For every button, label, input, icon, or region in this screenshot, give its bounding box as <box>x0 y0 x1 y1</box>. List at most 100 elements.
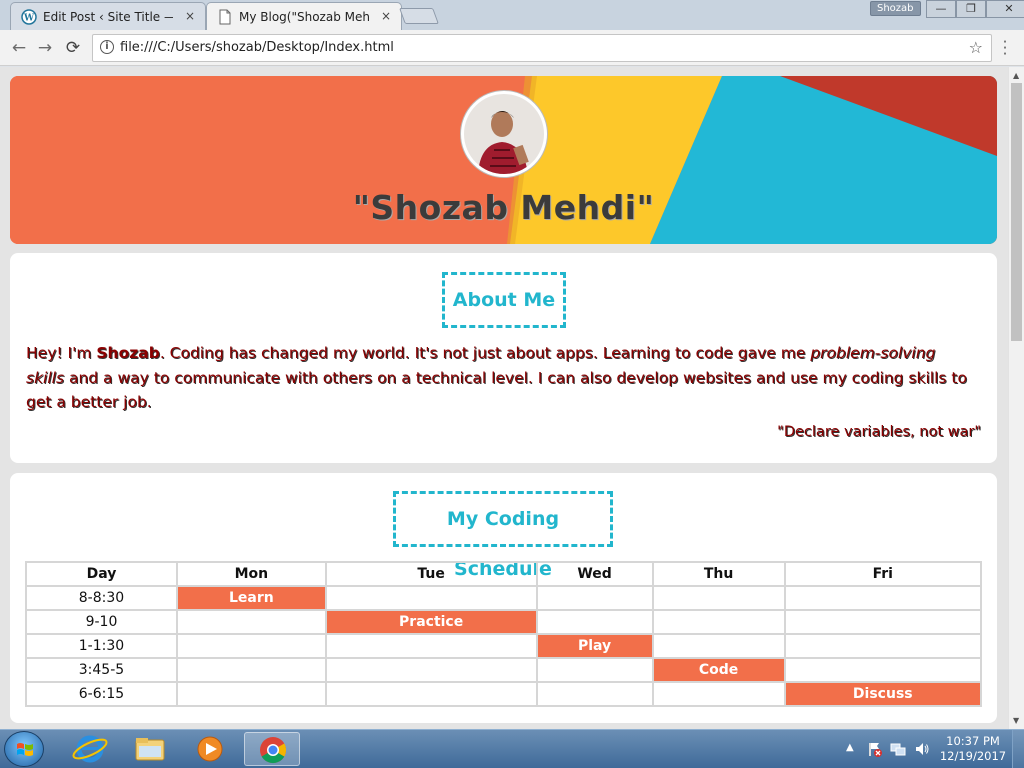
column-header: Fri <box>783 561 983 587</box>
clock-date: 12/19/2017 <box>939 749 1007 763</box>
table-row: 3:45-5 Code <box>25 657 983 683</box>
column-header: Wed <box>535 561 654 587</box>
tab-edit-post[interactable]: W Edit Post ‹ Site Title — W × <box>10 2 206 30</box>
browser-toolbar: ← → ⟳ i file:///C:/Users/shozab/Desktop/… <box>0 30 1024 66</box>
profile-avatar <box>461 91 547 177</box>
empty-cell <box>324 633 538 659</box>
wordpress-icon: W <box>21 8 37 25</box>
windows-taskbar: ▲ 10:37 PM 12/19/2017 <box>0 729 1024 768</box>
tab-title: Edit Post ‹ Site Title — W <box>43 9 173 24</box>
column-header: Day <box>25 561 178 587</box>
empty-cell <box>651 633 786 659</box>
address-bar[interactable]: i file:///C:/Users/shozab/Desktop/Index.… <box>92 34 992 62</box>
empty-cell <box>175 609 327 635</box>
about-heading: About Me <box>442 272 566 328</box>
minimize-button[interactable]: — <box>926 0 956 18</box>
file-explorer-icon[interactable] <box>122 732 178 766</box>
show-desktop-button[interactable] <box>1012 730 1024 768</box>
empty-cell <box>535 585 654 611</box>
schedule-card: My Coding Schedule Day Mon Tue Wed Thu F… <box>10 473 997 723</box>
close-window-button[interactable]: ✕ <box>986 0 1024 18</box>
page-icon <box>219 9 231 24</box>
chrome-icon[interactable] <box>244 732 300 766</box>
activity-cell: Practice <box>324 609 538 635</box>
back-button[interactable]: ← <box>8 37 30 59</box>
time-slot-cell: 1-1:30 <box>25 633 178 659</box>
empty-cell <box>175 657 327 683</box>
action-center-flag-icon[interactable] <box>866 741 882 757</box>
header-banner: "Shozab Mehdi" <box>10 76 997 244</box>
table-row: 1-1:30 Play <box>25 633 983 659</box>
empty-cell <box>651 585 786 611</box>
profile-badge[interactable]: Shozab <box>870 1 921 16</box>
author-name: Shozab <box>96 344 160 362</box>
internet-explorer-icon[interactable] <box>62 732 118 766</box>
start-button[interactable] <box>4 731 44 767</box>
browser-titlebar: W Edit Post ‹ Site Title — W × My Blog("… <box>0 0 1024 30</box>
column-header: Thu <box>651 561 786 587</box>
empty-cell <box>535 681 654 707</box>
activity-cell: Play <box>535 633 654 659</box>
bookmark-star-icon[interactable]: ☆ <box>969 38 983 57</box>
empty-cell <box>783 585 983 611</box>
time-slot-cell: 6-6:15 <box>25 681 178 707</box>
page-title: "Shozab Mehdi" <box>352 188 655 227</box>
network-icon[interactable] <box>890 741 906 757</box>
profile-photo <box>464 94 544 174</box>
empty-cell <box>324 657 538 683</box>
tab-my-blog[interactable]: My Blog("Shozab Mehdi") × <box>206 2 402 30</box>
table-row: 9-10 Practice <box>25 609 983 635</box>
table-row: 8-8:30 Learn <box>25 585 983 611</box>
activity-cell: Learn <box>175 585 327 611</box>
page-scrollbar[interactable]: ▲ ▼ <box>1008 67 1024 729</box>
empty-cell <box>783 609 983 635</box>
empty-cell <box>651 609 786 635</box>
tray-expand-icon[interactable]: ▲ <box>846 742 854 753</box>
new-tab-button[interactable] <box>399 8 439 24</box>
svg-text:W: W <box>23 13 35 23</box>
volume-icon[interactable] <box>914 741 930 757</box>
tab-title: My Blog("Shozab Mehdi") <box>239 9 369 24</box>
empty-cell <box>651 681 786 707</box>
empty-cell <box>324 681 538 707</box>
table-header-row: Day Mon Tue Wed Thu Fri <box>25 561 983 587</box>
activity-cell: Discuss <box>783 681 983 707</box>
schedule-table: Day Mon Tue Wed Thu Fri 8-8:30 Learn 9-10 P… <box>25 561 983 707</box>
reload-button[interactable]: ⟳ <box>62 37 84 59</box>
empty-cell <box>535 657 654 683</box>
empty-cell <box>783 657 983 683</box>
empty-cell <box>783 633 983 659</box>
clock-time: 10:37 PM <box>946 734 1000 748</box>
schedule-heading: My Coding Schedule <box>393 491 613 580</box>
empty-cell <box>175 681 327 707</box>
about-paragraph: Hey! I'm Shozab. Coding has changed my w… <box>26 344 967 411</box>
info-icon[interactable]: i <box>100 40 114 54</box>
column-header: Mon <box>175 561 327 587</box>
tab-close-icon[interactable]: × <box>185 3 195 29</box>
empty-cell <box>535 609 654 635</box>
page-viewport: "Shozab Mehdi" About Me Hey! I'm Shozab.… <box>0 67 1008 729</box>
scroll-down-arrow-icon[interactable]: ▼ <box>1013 716 1019 725</box>
about-card: About Me Hey! I'm Shozab. Coding has cha… <box>10 253 997 463</box>
quote-text: "Declare variables, not war" <box>777 424 981 440</box>
scroll-thumb[interactable] <box>1011 83 1022 341</box>
address-url[interactable]: file:///C:/Users/shozab/Desktop/Index.ht… <box>120 40 394 55</box>
tab-close-icon[interactable]: × <box>381 3 391 29</box>
browser-menu-icon[interactable]: · · · <box>1000 35 1010 62</box>
media-player-icon[interactable] <box>182 732 238 766</box>
empty-cell <box>175 633 327 659</box>
time-slot-cell: 9-10 <box>25 609 178 635</box>
maximize-button[interactable]: ❐ <box>956 0 986 18</box>
system-clock[interactable]: 10:37 PM 12/19/2017 <box>938 734 1008 764</box>
window-controls: — ❐ ✕ <box>926 0 1024 18</box>
scroll-up-arrow-icon[interactable]: ▲ <box>1013 71 1019 80</box>
schedule-body: 8-8:30 Learn 9-10 Practice 1-1:30 Play 3:45-5 C… <box>25 585 983 707</box>
forward-button[interactable]: → <box>34 37 56 59</box>
column-header: Tue <box>324 561 538 587</box>
table-row: 6-6:15 Discuss <box>25 681 983 707</box>
empty-cell <box>324 585 538 611</box>
windows-logo-icon <box>17 743 33 756</box>
activity-cell: Code <box>651 657 786 683</box>
time-slot-cell: 8-8:30 <box>25 585 178 611</box>
time-slot-cell: 3:45-5 <box>25 657 178 683</box>
